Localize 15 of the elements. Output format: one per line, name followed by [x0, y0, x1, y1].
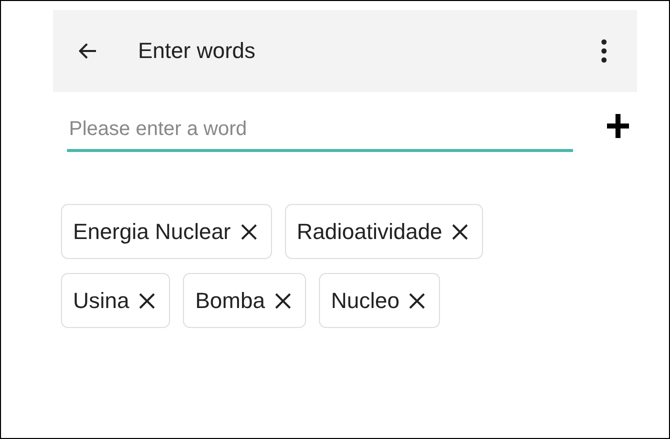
chip-label: Bomba	[195, 288, 265, 314]
close-icon[interactable]	[240, 224, 257, 240]
word-input-field[interactable]: Please enter a word	[67, 114, 573, 152]
back-arrow-icon[interactable]	[79, 43, 97, 59]
chip-label: Nucleo	[330, 288, 400, 314]
chip-label: Radioatividade	[296, 218, 442, 244]
close-icon[interactable]	[139, 292, 156, 308]
close-icon[interactable]	[409, 292, 426, 308]
chip-label: Energia Nuclear	[73, 218, 231, 244]
chip-label: Usina	[73, 288, 130, 314]
close-icon[interactable]	[274, 292, 291, 308]
add-icon[interactable]	[606, 113, 630, 139]
close-icon[interactable]	[452, 224, 468, 240]
more-options-icon[interactable]	[601, 39, 607, 63]
screen-title: Enter words	[138, 38, 256, 64]
